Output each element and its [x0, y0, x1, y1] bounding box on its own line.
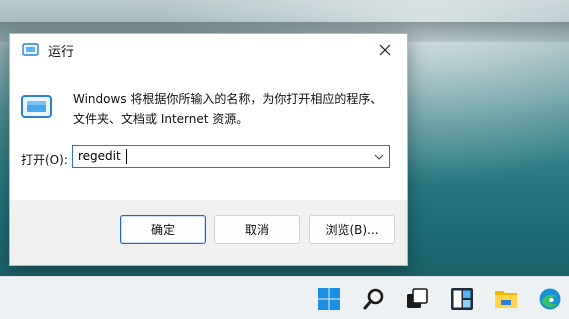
dialog-description: Windows 将根据你所输入的名称，为你打开相应的程序、 文件夹、文档或 In…: [73, 89, 393, 129]
text-caret: [126, 149, 127, 164]
task-view-icon[interactable]: [405, 287, 429, 311]
chevron-down-icon: [374, 154, 384, 160]
taskbar: [0, 276, 569, 319]
run-app-icon: [22, 43, 39, 56]
dialog-title: 运行: [48, 45, 75, 60]
title-bar: 运行: [10, 34, 407, 65]
close-button[interactable]: [363, 34, 407, 65]
cancel-button[interactable]: 取消: [214, 215, 300, 244]
search-icon[interactable]: [362, 287, 386, 311]
widgets-icon[interactable]: [450, 287, 474, 311]
description-line-1: Windows 将根据你所输入的名称，为你打开相应的程序、: [73, 92, 383, 106]
run-large-icon: [21, 95, 52, 118]
file-explorer-icon[interactable]: [494, 287, 518, 311]
windows-start-icon[interactable]: [317, 287, 341, 311]
close-icon: [379, 44, 391, 55]
description-line-2: 文件夹、文档或 Internet 资源。: [73, 112, 249, 126]
run-dialog: 运行 Windows 将根据你所输入的名称，为你打开相应的程序、 文件夹、文档或…: [9, 33, 408, 266]
browse-button[interactable]: 浏览(B)...: [309, 215, 395, 244]
edge-icon[interactable]: [538, 287, 562, 311]
open-combobox[interactable]: regedit: [72, 145, 390, 168]
open-input-value[interactable]: regedit: [78, 149, 121, 163]
ok-button[interactable]: 确定: [120, 215, 206, 244]
open-label: 打开(O):: [21, 153, 68, 167]
dialog-content: Windows 将根据你所输入的名称，为你打开相应的程序、 文件夹、文档或 In…: [10, 65, 407, 200]
dropdown-button[interactable]: [372, 150, 386, 164]
